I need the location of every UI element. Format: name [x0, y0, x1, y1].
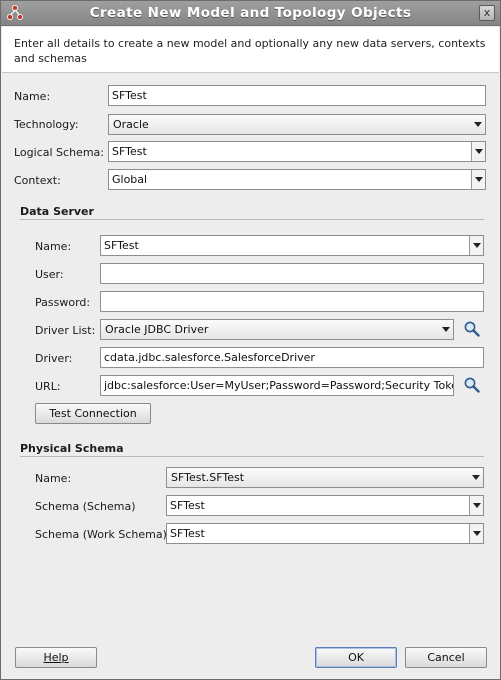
work-schema-combo[interactable]: SFTest: [166, 523, 484, 544]
driver-list-search-icon[interactable]: [463, 320, 481, 338]
data-server-divider: [20, 219, 484, 220]
user-label: User:: [35, 268, 64, 281]
technology-value: Oracle: [113, 118, 149, 131]
model-name-label: Name:: [14, 90, 51, 103]
user-input[interactable]: [100, 263, 484, 284]
dialog-window: Create New Model and Topology Objects x …: [0, 0, 501, 680]
dialog-title: Create New Model and Topology Objects: [89, 5, 412, 21]
technology-select[interactable]: Oracle: [108, 114, 486, 135]
help-button[interactable]: Help: [15, 647, 97, 668]
work-schema-value: SFTest: [170, 527, 205, 540]
chevron-down-icon: [471, 115, 485, 134]
data-server-name-label: Name:: [35, 240, 72, 253]
logical-schema-label: Logical Schema:: [14, 146, 104, 159]
driver-list-select[interactable]: Oracle JDBC Driver: [100, 319, 454, 340]
context-combo[interactable]: Global: [108, 169, 486, 190]
chevron-down-icon[interactable]: [469, 524, 483, 543]
close-button[interactable]: x: [479, 5, 495, 21]
model-name-input[interactable]: SFTest: [108, 85, 486, 106]
technology-label: Technology:: [14, 118, 79, 131]
data-server-name-combo[interactable]: SFTest: [100, 235, 484, 256]
test-connection-button[interactable]: Test Connection: [35, 403, 151, 424]
schema-label: Schema (Schema): [35, 500, 136, 513]
chevron-down-icon: [469, 468, 483, 487]
physical-schema-name-value: SFTest.SFTest: [171, 471, 245, 484]
password-input[interactable]: [100, 291, 484, 312]
driver-list-label: Driver List:: [35, 324, 96, 337]
physical-schema-divider: [20, 456, 484, 457]
url-label: URL:: [35, 380, 61, 393]
chevron-down-icon: [439, 320, 453, 339]
instruction-banner: Enter all details to create a new model …: [2, 27, 499, 73]
close-icon: x: [483, 6, 491, 19]
physical-schema-name-label: Name:: [35, 472, 72, 485]
cancel-button[interactable]: Cancel: [405, 647, 487, 668]
context-value: Global: [112, 173, 148, 186]
driver-input[interactable]: cdata.jdbc.salesforce.SalesforceDriver: [100, 347, 484, 368]
url-search-icon[interactable]: [463, 376, 481, 394]
physical-schema-heading: Physical Schema: [20, 442, 124, 455]
url-input[interactable]: jdbc:salesforce:User=MyUser;Password=Pas…: [100, 375, 454, 396]
schema-combo[interactable]: SFTest: [166, 495, 484, 516]
chevron-down-icon[interactable]: [471, 142, 485, 161]
physical-schema-name-select[interactable]: SFTest.SFTest: [166, 467, 484, 488]
ok-button[interactable]: OK: [315, 647, 397, 668]
driver-label: Driver:: [35, 352, 73, 365]
title-bar[interactable]: Create New Model and Topology Objects x: [1, 1, 500, 26]
driver-list-value: Oracle JDBC Driver: [105, 323, 209, 336]
logical-schema-value: SFTest: [112, 145, 147, 158]
data-server-name-value: SFTest: [104, 239, 139, 252]
work-schema-label: Schema (Work Schema): [35, 528, 167, 541]
password-label: Password:: [35, 296, 91, 309]
chevron-down-icon[interactable]: [471, 170, 485, 189]
schema-value: SFTest: [170, 499, 205, 512]
data-server-heading: Data Server: [20, 205, 94, 218]
chevron-down-icon[interactable]: [469, 236, 483, 255]
context-label: Context:: [14, 174, 61, 187]
logical-schema-combo[interactable]: SFTest: [108, 141, 486, 162]
chevron-down-icon[interactable]: [469, 496, 483, 515]
